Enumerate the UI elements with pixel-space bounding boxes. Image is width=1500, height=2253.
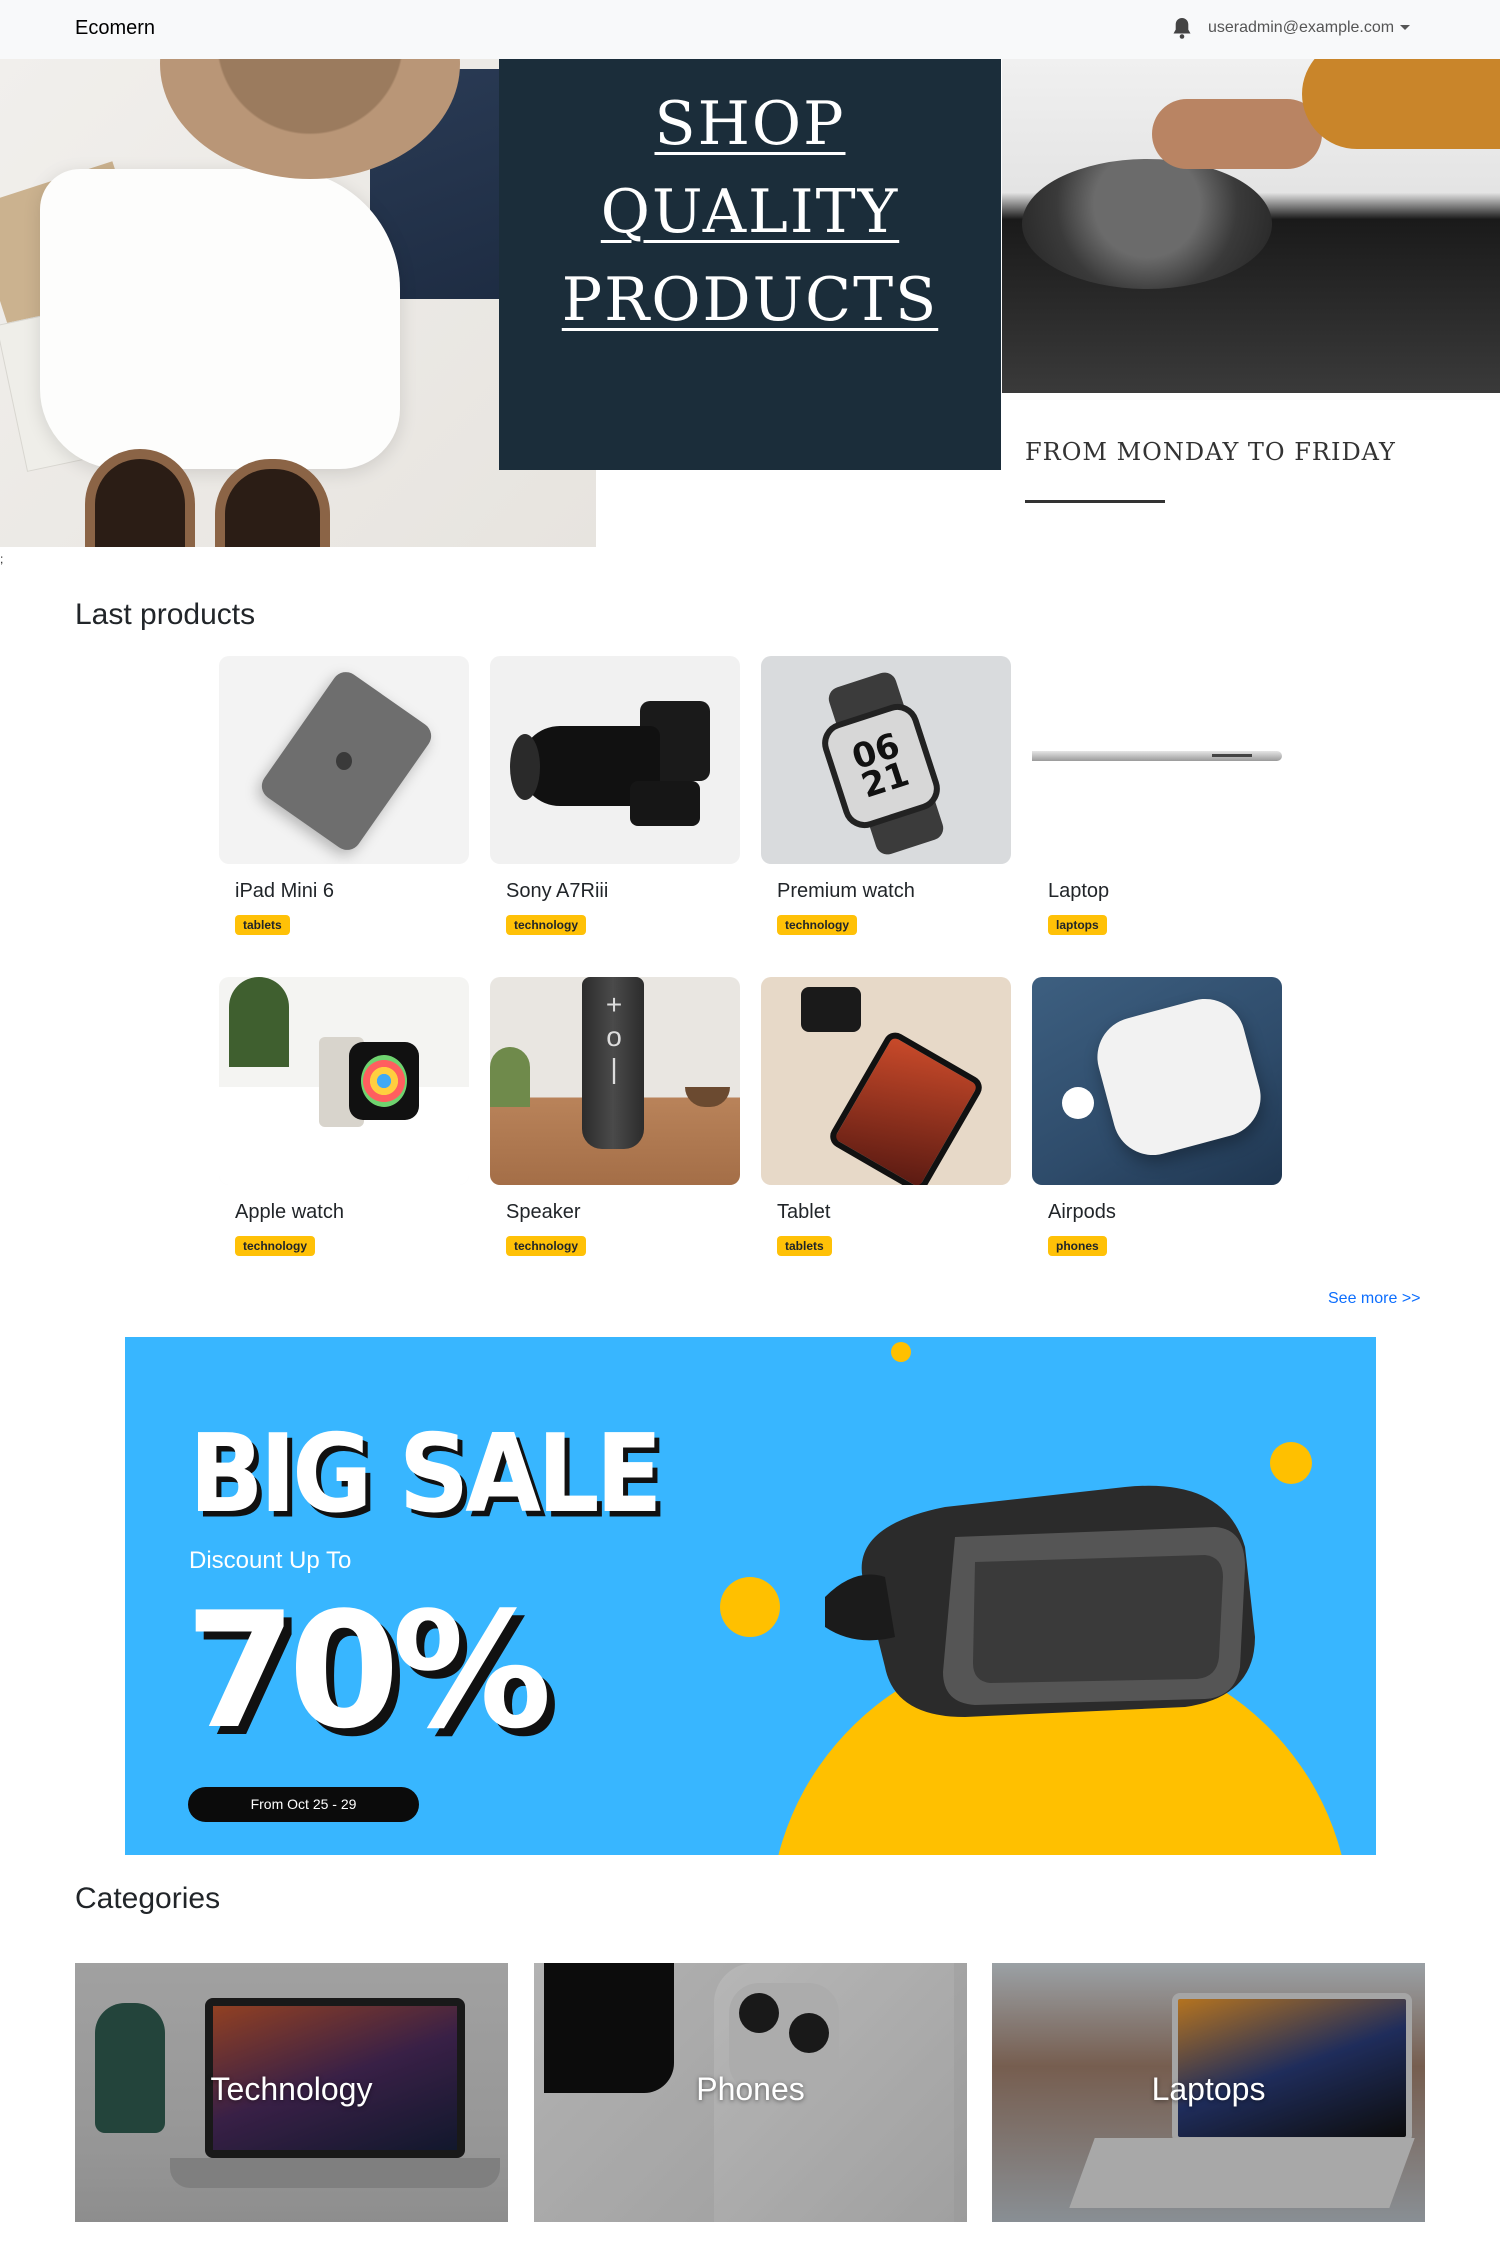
see-more-link[interactable]: See more >> <box>1328 1290 1421 1308</box>
product-card[interactable]: + o | Speaker technology <box>490 977 740 1256</box>
category-label: Laptops <box>1151 2071 1266 2107</box>
banner-date-pill: From Oct 25 - 29 <box>188 1787 419 1822</box>
user-menu[interactable]: useradmin@example.com <box>1208 19 1411 37</box>
product-image-speaker[interactable]: + o | <box>490 977 740 1185</box>
vr-headset-image <box>825 1485 1255 1717</box>
product-name[interactable]: Apple watch <box>235 1201 344 1224</box>
product-name[interactable]: Tablet <box>777 1201 830 1224</box>
category-card-laptops[interactable]: Laptops <box>992 1963 1425 2222</box>
category-card-technology[interactable]: Technology <box>75 1963 508 2222</box>
product-image-premium-watch[interactable]: 06 21 <box>761 656 1011 864</box>
hero-image-speaker <box>1002 59 1500 393</box>
navbar: Ecomern useradmin@example.com <box>0 0 1500 59</box>
user-email: useradmin@example.com <box>1208 19 1395 36</box>
product-name[interactable]: Premium watch <box>777 880 915 903</box>
product-category-badge: technology <box>506 915 587 935</box>
category-label: Phones <box>696 2071 805 2107</box>
product-card[interactable]: Sony A7Riii technology <box>490 656 740 935</box>
banner-title: BIG SALE <box>189 1412 663 1538</box>
banner-percent: 70% <box>185 1577 552 1764</box>
product-category-badge: tablets <box>777 1236 832 1256</box>
hero-caption-underline <box>1025 500 1165 503</box>
category-label: Technology <box>210 2071 373 2107</box>
hero-headline-line-1: SHOP <box>654 89 846 159</box>
product-category-badge: technology <box>506 1236 587 1256</box>
product-category-badge: technology <box>777 915 858 935</box>
product-card[interactable]: Airpods phones <box>1032 977 1282 1256</box>
product-category-badge: tablets <box>235 915 290 935</box>
product-card[interactable]: Laptop laptops <box>1032 656 1282 935</box>
product-name[interactable]: Sony A7Riii <box>506 880 608 903</box>
product-name[interactable]: Laptop <box>1048 880 1109 903</box>
sale-banner[interactable]: BIG SALE Discount Up To 70% From Oct 25 … <box>125 1337 1376 1855</box>
caret-down-icon <box>1400 25 1411 31</box>
brand-logo[interactable]: Ecomern <box>75 17 155 40</box>
hero-headline-line-3: PRODUCTS <box>561 265 939 335</box>
bell-icon[interactable] <box>1171 16 1193 40</box>
product-image-airpods[interactable] <box>1032 977 1282 1185</box>
product-card[interactable]: 06 21 Premium watch technology <box>761 656 1011 935</box>
hero-caption: FROM MONDAY TO FRIDAY <box>1025 438 1396 466</box>
product-card[interactable]: Apple watch technology <box>219 977 469 1256</box>
product-category-badge: laptops <box>1048 915 1107 935</box>
banner-subtitle: Discount Up To <box>189 1547 352 1574</box>
product-image-camera[interactable] <box>490 656 740 864</box>
product-category-badge: phones <box>1048 1236 1107 1256</box>
product-name[interactable]: Speaker <box>506 1201 581 1224</box>
product-image-tablet[interactable] <box>761 977 1011 1185</box>
product-category-badge: technology <box>235 1236 316 1256</box>
product-card[interactable]: iPad Mini 6 tablets <box>219 656 469 935</box>
categories-title: Categories <box>75 1882 221 1915</box>
stray-text: ; <box>0 552 4 566</box>
category-card-phones[interactable]: Phones <box>534 1963 967 2222</box>
last-products-title: Last products <box>75 598 256 631</box>
product-image-apple-watch[interactable] <box>219 977 469 1185</box>
product-name[interactable]: Airpods <box>1048 1201 1116 1224</box>
product-image-ipad[interactable] <box>219 656 469 864</box>
product-name[interactable]: iPad Mini 6 <box>235 880 334 903</box>
hero-headline-panel: SHOP QUALITY PRODUCTS <box>499 59 1001 470</box>
product-card[interactable]: Tablet tablets <box>761 977 1011 1256</box>
hero-headline-line-2: QUALITY <box>600 177 900 247</box>
product-image-laptop[interactable] <box>1032 656 1282 864</box>
